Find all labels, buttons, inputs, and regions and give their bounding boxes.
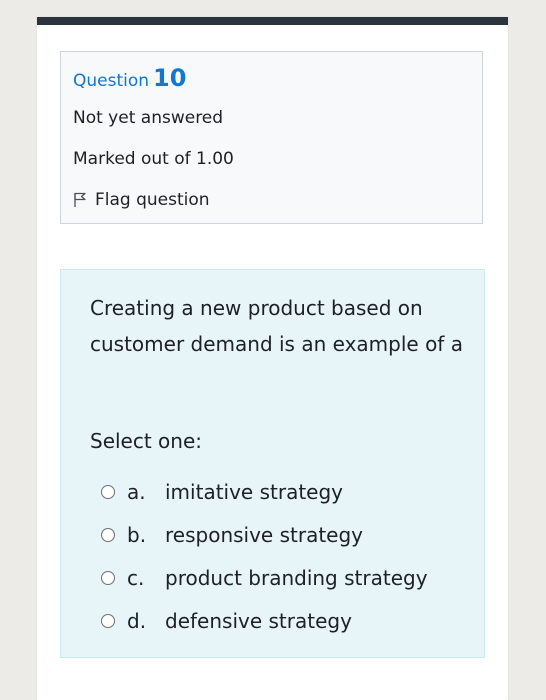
question-number: Question 10 bbox=[73, 64, 186, 92]
select-one-prompt: Select one: bbox=[90, 429, 203, 453]
option-c[interactable]: c. product branding strategy bbox=[101, 556, 428, 599]
flag-question-label: Flag question bbox=[95, 190, 210, 210]
option-label: responsive strategy bbox=[165, 522, 364, 547]
question-label: Question bbox=[73, 71, 150, 91]
answer-options: a. imitative strategy b. responsive stra… bbox=[101, 470, 428, 642]
option-letter: b. bbox=[127, 522, 147, 547]
option-label: product branding strategy bbox=[165, 565, 428, 590]
flag-icon bbox=[74, 192, 86, 207]
question-state: Not yet answered bbox=[73, 108, 224, 128]
question-text: Creating a new product based on customer… bbox=[90, 296, 463, 356]
option-d[interactable]: d. defensive strategy bbox=[101, 599, 428, 642]
flag-question-link[interactable]: Flag question bbox=[73, 190, 210, 210]
question-formulation: Creating a new product based on customer… bbox=[60, 269, 485, 658]
quiz-page: Question 10 Not yet answered Marked out o… bbox=[37, 17, 508, 700]
radio-button[interactable] bbox=[101, 570, 115, 585]
option-letter: d. bbox=[127, 608, 147, 633]
option-letter: a. bbox=[127, 479, 146, 504]
option-letter: c. bbox=[127, 565, 145, 590]
question-grade: Marked out of 1.00 bbox=[73, 149, 234, 169]
option-a[interactable]: a. imitative strategy bbox=[101, 470, 428, 513]
radio-button[interactable] bbox=[101, 527, 115, 542]
question-number-value: 10 bbox=[153, 64, 187, 92]
question-info-panel: Question 10 Not yet answered Marked out o… bbox=[60, 51, 483, 224]
radio-button[interactable] bbox=[101, 613, 115, 628]
top-bar bbox=[37, 17, 508, 25]
option-label: imitative strategy bbox=[165, 479, 344, 504]
option-b[interactable]: b. responsive strategy bbox=[101, 513, 428, 556]
option-label: defensive strategy bbox=[165, 608, 352, 633]
radio-button[interactable] bbox=[101, 484, 115, 499]
